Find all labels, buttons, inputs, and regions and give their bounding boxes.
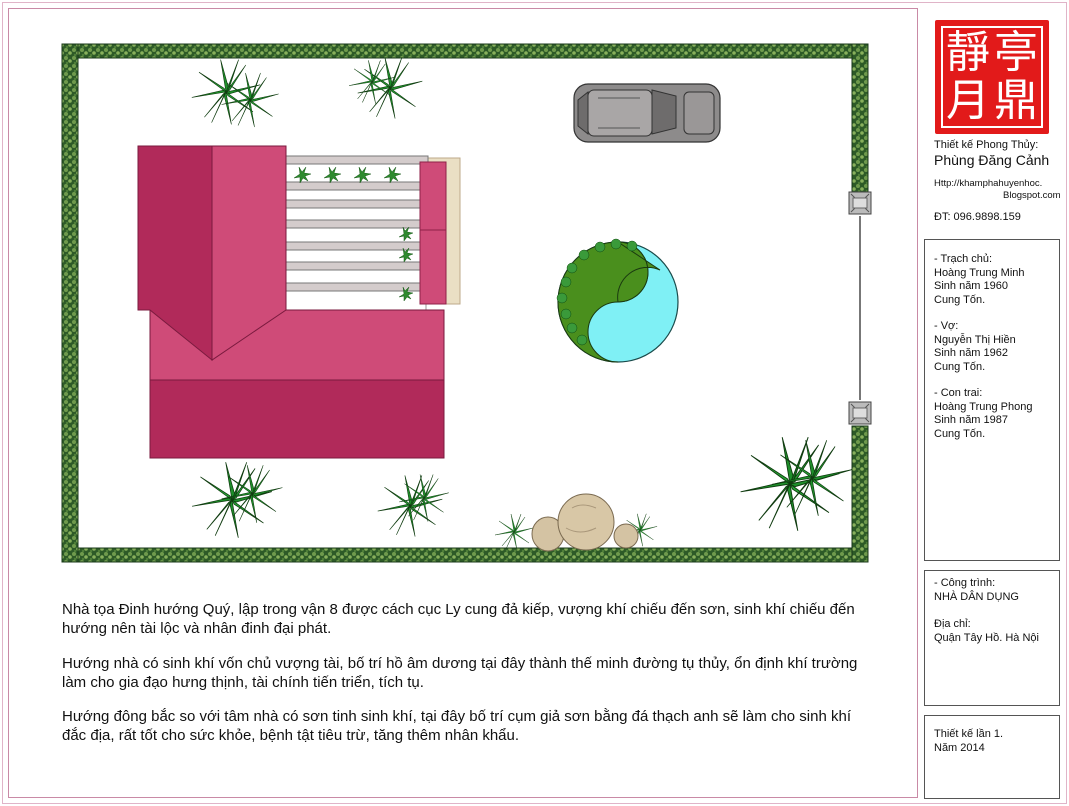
palm-tree: [191, 461, 283, 539]
note-paragraph-3: Hướng đông bắc so với tâm nhà có sơn tin…: [62, 708, 851, 744]
son-label: - Con trai:: [934, 387, 983, 399]
seal-stamp: 亭 鼎 靜 月: [935, 20, 1049, 134]
wife-label: - Vợ:: [934, 320, 959, 332]
revision-line2: Năm 2014: [934, 742, 985, 754]
owner-birth: Sinh năm 1960: [934, 280, 1008, 292]
walkway: [285, 155, 447, 311]
designer-label: Thiết kế Phong Thủy:: [934, 139, 1039, 151]
rock-garden: [531, 493, 639, 552]
son-birth: Sinh năm 1987: [934, 414, 1008, 426]
address: Quận Tây Hồ. Hà Nội: [934, 632, 1039, 644]
palm-tree: [348, 57, 423, 119]
wife-palace: Cung Tốn.: [934, 361, 986, 373]
designer-name: Phùng Đăng Cảnh: [934, 152, 1050, 168]
wife-name: Nguyễn Thị Hiền: [934, 334, 1016, 346]
yin-yang-pond: [556, 238, 679, 363]
revision-line1: Thiết kế lần 1.: [934, 728, 1004, 740]
owner-label: - Trạch chủ:: [934, 253, 993, 265]
wife-birth: Sinh năm 1962: [934, 347, 1008, 359]
seal-char: 鼎: [994, 75, 1038, 126]
project-label: - Công trình:: [934, 577, 996, 589]
phone-number: ĐT: 096.9898.159: [934, 211, 1021, 223]
gate: [848, 191, 872, 425]
project-name: NHÀ DÂN DỤNG: [934, 591, 1019, 603]
palm-tree: [377, 474, 449, 537]
palm-tree: [191, 59, 279, 128]
seal-char: 亭: [994, 27, 1038, 78]
note-paragraph-2: Hướng nhà có sinh khí vốn chủ vượng tài,…: [62, 655, 858, 691]
owner-name: Hoàng Trung Minh: [934, 267, 1025, 279]
palm-tree: [740, 436, 853, 532]
owner-palace: Cung Tốn.: [934, 294, 986, 306]
website-line2[interactable]: Blogspot.com: [1003, 189, 1061, 203]
seal-char: 靜: [946, 27, 990, 78]
son-name: Hoàng Trung Phong: [934, 401, 1033, 413]
seal-char: 月: [946, 75, 990, 126]
car: [573, 83, 721, 143]
note-paragraph-1: Nhà tọa Đinh hướng Quý, lập trong vận 8 …: [62, 601, 855, 637]
address-label: Địa chỉ:: [934, 618, 971, 630]
son-palace: Cung Tốn.: [934, 428, 986, 440]
